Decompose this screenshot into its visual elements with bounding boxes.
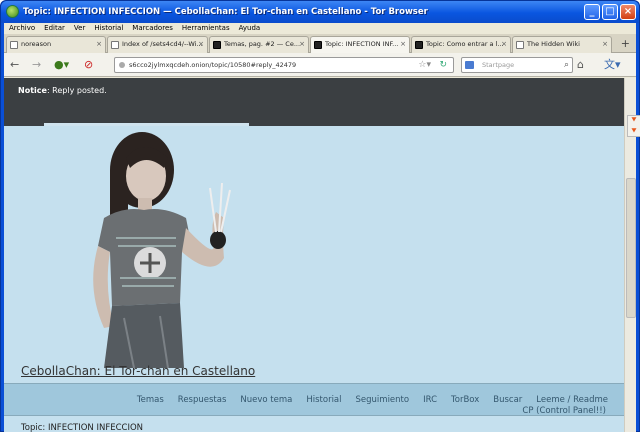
tab-bar: noreason × Index of /sets4cd4/--Wi... × … (4, 34, 636, 54)
back-icon[interactable]: ← (10, 58, 19, 71)
tab-label: Temas, pag. #2 — Ce... (224, 40, 301, 48)
search-engine-icon[interactable] (465, 61, 474, 69)
tab-infection[interactable]: Topic: INFECTION INF... × (310, 36, 410, 54)
tor-browser-icon (6, 5, 19, 18)
search-box[interactable]: Startpage ⌕ (461, 57, 573, 73)
tab-label: Index of /sets4cd4/--Wi... (122, 40, 203, 48)
menu-historial[interactable]: Historial (94, 23, 123, 34)
search-icon[interactable]: ⌕ (564, 58, 569, 72)
noscript-icon[interactable]: ⊘ (84, 58, 93, 71)
close-tab-icon[interactable]: × (400, 37, 406, 52)
translate-icon[interactable]: 文▾ (604, 58, 621, 71)
nav-control-panel[interactable]: CP (Control Panel!!) (522, 406, 606, 416)
nav-temas[interactable]: Temas (137, 395, 164, 405)
forward-icon[interactable]: → (32, 58, 41, 71)
menu-herramientas[interactable]: Herramientas (182, 23, 230, 34)
close-tab-icon[interactable]: × (299, 37, 305, 52)
close-tab-icon[interactable]: × (602, 37, 608, 52)
site-title-link[interactable]: CebollaChan: El Tor-chan en Castellano (21, 364, 255, 378)
close-button[interactable]: × (620, 4, 636, 20)
header-strip (44, 123, 249, 126)
nav-buscar[interactable]: Buscar (493, 395, 522, 405)
tab-temas[interactable]: Temas, pag. #2 — Ce... × (209, 36, 309, 53)
menu-bar: Archivo Editar Ver Historial Marcadores … (4, 23, 636, 34)
minimize-button[interactable]: _ (584, 4, 600, 20)
maximize-button[interactable]: □ (602, 4, 618, 20)
nav-irc[interactable]: IRC (423, 395, 437, 405)
tab-hidden-wiki[interactable]: The Hidden Wiki × (512, 36, 612, 53)
web-page: Notice: Reply posted. CebollaChan: El To… (4, 78, 624, 432)
menu-ver[interactable]: Ver (74, 23, 85, 34)
nav-seguimiento[interactable]: Seguimiento (356, 395, 410, 405)
reload-icon[interactable]: ↻ (439, 58, 447, 72)
tor-onion-icon[interactable]: ●▾ (54, 58, 69, 71)
browser-client: Archivo Editar Ver Historial Marcadores … (4, 23, 640, 432)
window-title: Topic: INFECTION INFECCION — CebollaChan… (23, 7, 428, 17)
bookmark-star-icon[interactable]: ☆▾ (418, 58, 431, 72)
notice-text: : Reply posted. (46, 86, 107, 95)
nav-respuestas[interactable]: Respuestas (178, 395, 227, 405)
new-tab-icon[interactable]: + (621, 37, 630, 51)
address-bar[interactable]: s6cco2jylmxqcdeh.onion/topic/10580#reply… (114, 57, 454, 73)
scroll-down-icon[interactable]: ⯆ ⯆ (627, 115, 640, 137)
notice-label: Notice (18, 86, 47, 95)
close-tab-icon[interactable]: × (198, 37, 204, 52)
notice-bar: Notice: Reply posted. (4, 78, 624, 126)
url-text: s6cco2jylmxqcdeh.onion/topic/10580#reply… (129, 61, 297, 69)
tab-label: Topic: Como entrar a l... (426, 40, 504, 48)
nav-historial[interactable]: Historial (306, 395, 341, 405)
mascot-girl-image (93, 132, 231, 368)
tab-label: Topic: INFECTION INF... (325, 40, 399, 48)
trollface-icon (314, 41, 322, 49)
nav-leeme-readme[interactable]: Leeme / Readme (536, 395, 608, 405)
title-bar[interactable]: Topic: INFECTION INFECCION — CebollaChan… (1, 1, 639, 23)
menu-marcadores[interactable]: Marcadores (132, 23, 173, 34)
site-nav: Temas Respuestas Nuevo tema Historial Se… (4, 383, 624, 416)
page-icon (10, 41, 18, 49)
tab-noreason[interactable]: noreason × (6, 36, 106, 53)
topic-heading: Topic: INFECTION INFECCION (21, 423, 144, 432)
scrollbar-thumb[interactable] (626, 178, 636, 318)
home-icon[interactable]: ⌂ (577, 58, 584, 71)
tab-label: The Hidden Wiki (527, 40, 580, 48)
menu-archivo[interactable]: Archivo (9, 23, 35, 34)
trollface-icon (213, 41, 221, 49)
tab-label: noreason (21, 40, 52, 48)
tab-index[interactable]: Index of /sets4cd4/--Wi... × (107, 36, 208, 53)
page-icon (111, 41, 119, 49)
search-placeholder: Startpage (482, 61, 515, 69)
browser-window: Topic: INFECTION INFECCION — CebollaChan… (0, 0, 640, 432)
close-tab-icon[interactable]: × (96, 37, 102, 52)
menu-editar[interactable]: Editar (44, 23, 65, 34)
page-icon (516, 41, 524, 49)
navigation-toolbar: ← → ●▾ ⊘ s6cco2jylmxqcdeh.onion/topic/10… (4, 53, 636, 77)
nav-nuevo-tema[interactable]: Nuevo tema (240, 395, 292, 405)
site-nav-items: Temas Respuestas Nuevo tema Historial Se… (137, 395, 608, 405)
nav-torbox[interactable]: TorBox (451, 395, 479, 405)
menu-ayuda[interactable]: Ayuda (239, 23, 261, 34)
trollface-icon (415, 41, 423, 49)
close-tab-icon[interactable]: × (501, 37, 507, 52)
tab-como-entrar[interactable]: Topic: Como entrar a l... × (411, 36, 511, 53)
site-identity-icon[interactable] (119, 62, 125, 68)
